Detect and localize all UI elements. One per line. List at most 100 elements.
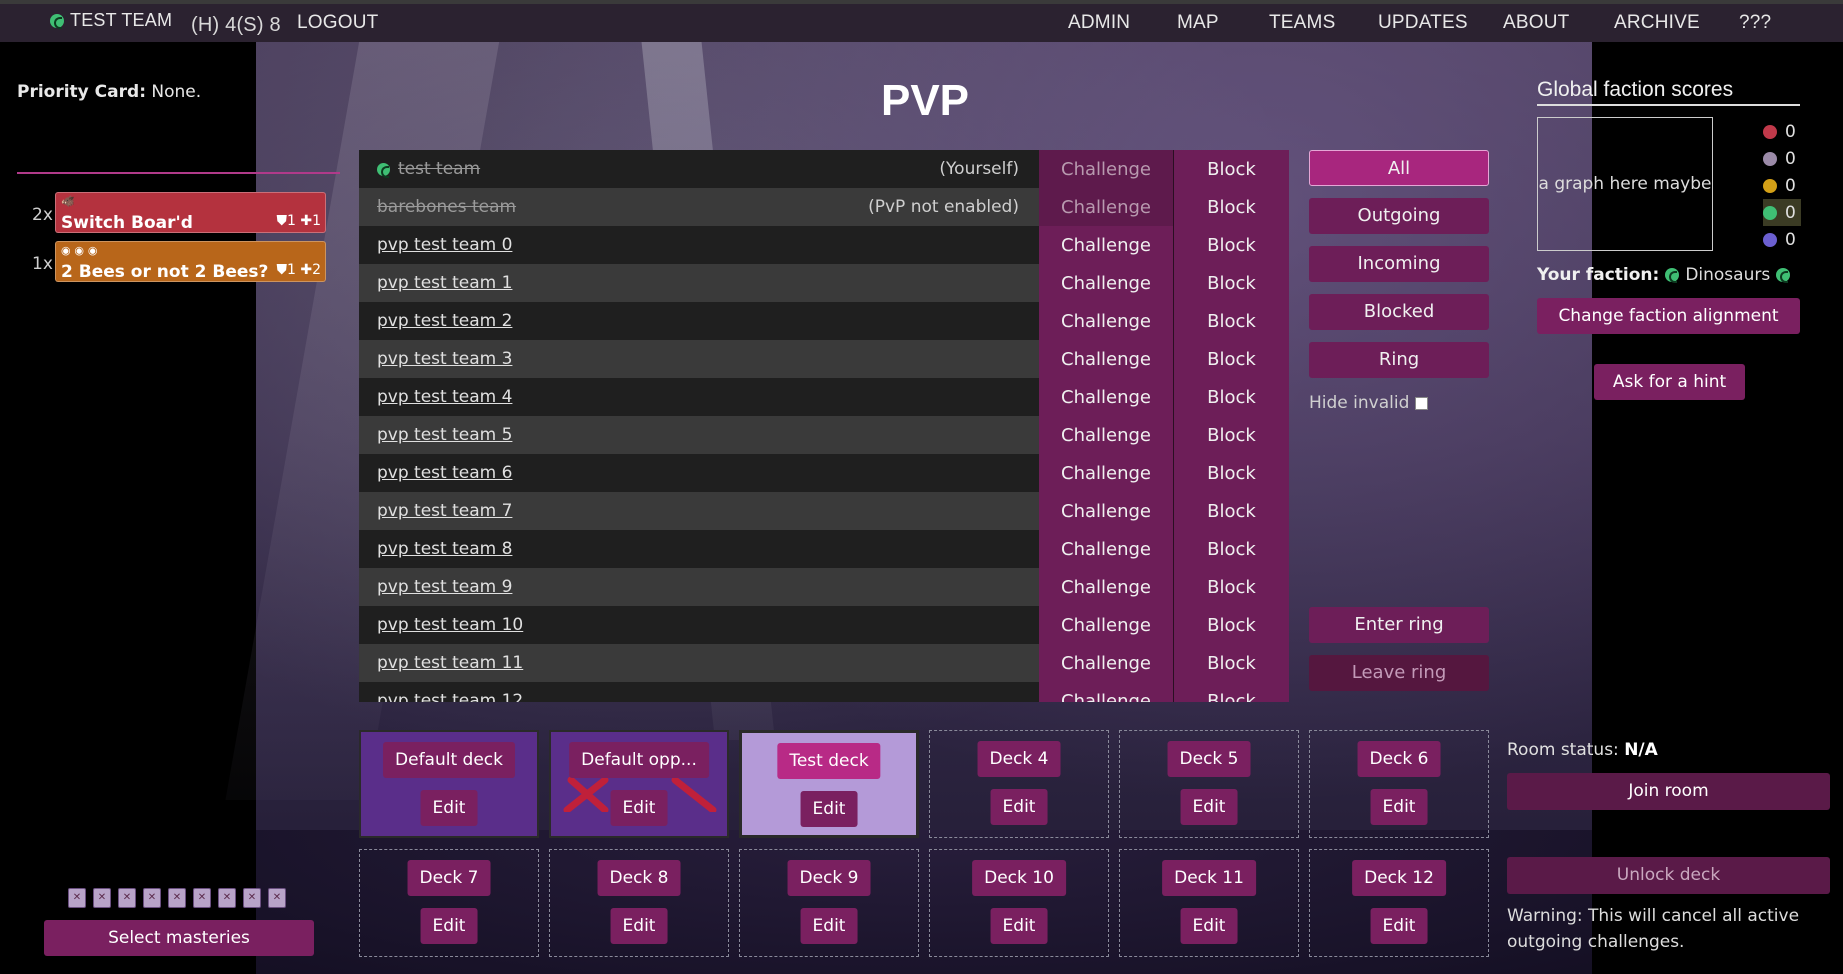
deck-select-button[interactable]: Deck 12 xyxy=(1352,860,1446,896)
block-button[interactable]: Block xyxy=(1173,682,1289,702)
deck-edit-button[interactable]: Edit xyxy=(420,790,478,826)
deck-select-button[interactable]: Deck 5 xyxy=(1167,741,1251,777)
team-link[interactable]: pvp test team 10 xyxy=(377,615,523,635)
filter-ring-button[interactable]: Ring xyxy=(1309,342,1489,378)
block-button[interactable]: Block xyxy=(1173,226,1289,264)
filter-all-button[interactable]: All xyxy=(1309,150,1489,186)
block-button[interactable]: Block xyxy=(1173,188,1289,226)
team-link[interactable]: pvp test team 3 xyxy=(377,349,512,369)
filter-outgoing-button[interactable]: Outgoing xyxy=(1309,198,1489,234)
challenge-button[interactable]: Challenge xyxy=(1039,644,1173,682)
team-link[interactable]: pvp test team 6 xyxy=(377,463,512,483)
block-button[interactable]: Block xyxy=(1173,644,1289,682)
challenge-button[interactable]: Challenge xyxy=(1039,568,1173,606)
nav-admin[interactable]: ADMIN xyxy=(1068,12,1130,34)
deck-edit-button[interactable]: Edit xyxy=(1370,908,1428,944)
deck-select-button[interactable]: Default deck xyxy=(383,742,515,778)
block-button[interactable]: Block xyxy=(1173,340,1289,378)
block-button[interactable]: Block xyxy=(1173,530,1289,568)
challenge-button[interactable]: Challenge xyxy=(1039,340,1173,378)
table-row: pvp test team 4 Challenge Block xyxy=(359,378,1291,416)
team-link[interactable]: pvp test team 12 xyxy=(377,691,523,702)
select-masteries-button[interactable]: Select masteries xyxy=(44,920,314,956)
challenge-button[interactable]: Challenge xyxy=(1039,264,1173,302)
challenge-button[interactable]: Challenge xyxy=(1039,302,1173,340)
card-name: Switch Boar'd xyxy=(61,213,193,233)
ask-hint-button[interactable]: Ask for a hint xyxy=(1594,364,1745,400)
enter-ring-button[interactable]: Enter ring xyxy=(1309,607,1489,643)
block-button[interactable]: Block xyxy=(1173,492,1289,530)
change-faction-button[interactable]: Change faction alignment xyxy=(1537,298,1800,334)
deck-select-button[interactable]: Deck 4 xyxy=(977,741,1061,777)
deck-select-button[interactable]: Default opp... xyxy=(569,742,709,778)
challenge-button[interactable]: Challenge xyxy=(1039,454,1173,492)
deck-edit-button[interactable]: Edit xyxy=(990,908,1048,944)
block-button[interactable]: Block xyxy=(1173,150,1289,188)
team-link[interactable]: test team xyxy=(398,159,480,179)
team-link[interactable]: pvp test team 7 xyxy=(377,501,512,521)
team-link[interactable]: barebones team xyxy=(377,197,516,217)
team-link[interactable]: pvp test team 8 xyxy=(377,539,512,559)
deck-slot: Deck 8 Edit xyxy=(549,849,729,957)
mastery-icon: ✕ xyxy=(268,888,286,908)
deck-select-button[interactable]: Deck 7 xyxy=(407,860,491,896)
nav-map[interactable]: MAP xyxy=(1177,12,1219,34)
deck-edit-button[interactable]: Edit xyxy=(800,791,858,827)
block-button[interactable]: Block xyxy=(1173,568,1289,606)
team-link[interactable]: pvp test team 1 xyxy=(377,273,512,293)
block-button[interactable]: Block xyxy=(1173,264,1289,302)
nav-secret[interactable]: ??? xyxy=(1739,12,1771,34)
join-room-button[interactable]: Join room xyxy=(1507,773,1830,810)
block-button[interactable]: Block xyxy=(1173,416,1289,454)
deck-edit-button[interactable]: Edit xyxy=(610,790,668,826)
deck-select-button[interactable]: Deck 8 xyxy=(597,860,681,896)
deck-select-button[interactable]: Deck 11 xyxy=(1162,860,1256,896)
challenge-button[interactable]: Challenge xyxy=(1039,492,1173,530)
deck-edit-button[interactable]: Edit xyxy=(800,908,858,944)
hide-invalid-toggle[interactable]: Hide invalid xyxy=(1309,393,1429,413)
deck-select-button[interactable]: Deck 10 xyxy=(972,860,1066,896)
deck-select-button[interactable]: Deck 9 xyxy=(787,860,871,896)
team-link[interactable]: pvp test team 9 xyxy=(377,577,512,597)
deck-edit-button[interactable]: Edit xyxy=(1370,789,1428,825)
nav-archive[interactable]: ARCHIVE xyxy=(1614,12,1700,34)
team-link[interactable]: pvp test team 11 xyxy=(377,653,523,673)
deck-edit-button[interactable]: Edit xyxy=(1180,908,1238,944)
block-button[interactable]: Block xyxy=(1173,302,1289,340)
challenge-button[interactable]: Challenge xyxy=(1039,682,1173,702)
hide-invalid-checkbox[interactable] xyxy=(1415,396,1429,410)
leave-ring-button[interactable]: Leave ring xyxy=(1309,655,1489,691)
unlock-deck-button[interactable]: Unlock deck xyxy=(1507,857,1830,894)
filter-incoming-button[interactable]: Incoming xyxy=(1309,246,1489,282)
challenge-button[interactable]: Challenge xyxy=(1039,416,1173,454)
challenge-button[interactable]: Challenge xyxy=(1039,530,1173,568)
team-link[interactable]: pvp test team 2 xyxy=(377,311,512,331)
faction-score: 0 xyxy=(1763,145,1801,172)
filter-blocked-button[interactable]: Blocked xyxy=(1309,294,1489,330)
block-button[interactable]: Block xyxy=(1173,378,1289,416)
deck-edit-button[interactable]: Edit xyxy=(420,908,478,944)
card-switch-board[interactable]: 2x 🐗 Switch Boar'd ⛊1 ✚1 xyxy=(32,192,326,233)
deck-edit-button[interactable]: Edit xyxy=(610,908,668,944)
challenge-button[interactable]: Challenge xyxy=(1039,150,1173,188)
deck-edit-button[interactable]: Edit xyxy=(1180,789,1238,825)
logout-link[interactable]: LOGOUT xyxy=(297,12,378,34)
challenge-button[interactable]: Challenge xyxy=(1039,606,1173,644)
nav-about[interactable]: ABOUT xyxy=(1503,12,1569,34)
deck-edit-button[interactable]: Edit xyxy=(990,789,1048,825)
deck-select-button[interactable]: Test deck xyxy=(777,743,881,779)
challenge-button[interactable]: Challenge xyxy=(1039,188,1173,226)
challenge-button[interactable]: Challenge xyxy=(1039,226,1173,264)
card-2-bees[interactable]: 1x ◉ ◉ ◉ 2 Bees or not 2 Bees? ⛊1 ✚2 xyxy=(32,241,326,282)
team-name-link[interactable]: TEST TEAM xyxy=(50,10,172,31)
deck-select-button[interactable]: Deck 6 xyxy=(1357,741,1441,777)
team-link[interactable]: pvp test team 0 xyxy=(377,235,512,255)
team-link[interactable]: pvp test team 5 xyxy=(377,425,512,445)
nav-updates[interactable]: UPDATES xyxy=(1378,12,1468,34)
block-button[interactable]: Block xyxy=(1173,606,1289,644)
challenge-button[interactable]: Challenge xyxy=(1039,378,1173,416)
team-link[interactable]: pvp test team 4 xyxy=(377,387,512,407)
nav-teams[interactable]: TEAMS xyxy=(1269,12,1335,34)
block-button[interactable]: Block xyxy=(1173,454,1289,492)
mastery-icon: ✕ xyxy=(68,888,86,908)
